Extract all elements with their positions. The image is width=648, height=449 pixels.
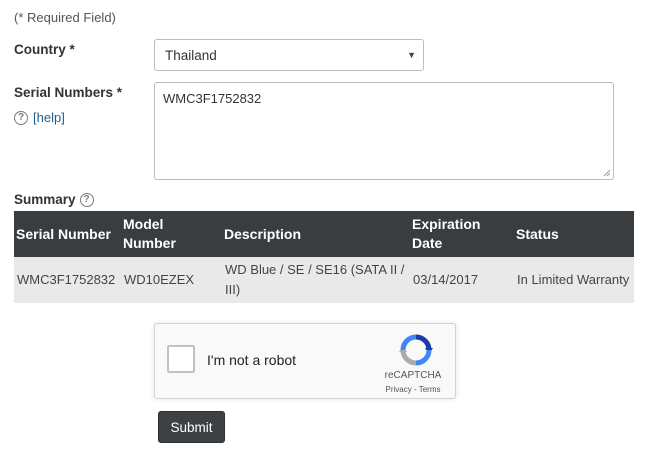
required-field-note: (* Required Field) [14, 10, 116, 25]
recaptcha-privacy-terms-links[interactable]: Privacy - Terms [383, 385, 443, 394]
country-label: Country * [14, 42, 75, 57]
question-circle-icon[interactable]: ? [79, 192, 94, 207]
resize-grip-icon[interactable] [603, 169, 611, 177]
summary-heading: Summary ? [14, 192, 94, 207]
recaptcha-widget: I'm not a robot reCAPTCHA Privacy - Term… [154, 323, 456, 399]
country-select[interactable]: Thailand ▼ [154, 39, 424, 71]
summary-title: Summary [14, 192, 76, 207]
column-header-expiration-date: Expiration Date [410, 211, 514, 257]
help-link[interactable]: [help] [33, 110, 65, 125]
recaptcha-label: I'm not a robot [207, 352, 297, 368]
cell-description: WD Blue / SE / SE16 (SATA II / III) [222, 257, 410, 303]
serial-numbers-label: Serial Numbers * [14, 85, 123, 100]
cell-serial-number: WMC3F1752832 [14, 257, 121, 303]
cell-status: In Limited Warranty [514, 257, 634, 303]
column-header-serial-number: Serial Number [14, 211, 121, 257]
serial-numbers-value: WMC3F1752832 [163, 91, 262, 106]
select-caret-icon: ▼ [407, 50, 416, 60]
cell-expiration-date: 03/14/2017 [410, 257, 514, 303]
cell-model-number: WD10EZEX [121, 257, 222, 303]
summary-table: Serial Number Model Number Description E… [14, 211, 634, 303]
serial-numbers-textarea[interactable]: WMC3F1752832 [154, 82, 614, 180]
recaptcha-checkbox[interactable] [167, 345, 195, 373]
column-header-description: Description [222, 211, 410, 257]
recaptcha-brand: reCAPTCHA [384, 370, 442, 381]
question-circle-icon[interactable]: ? [14, 110, 28, 125]
table-row: WMC3F1752832 WD10EZEX WD Blue / SE / SE1… [14, 257, 634, 303]
submit-button[interactable]: Submit [158, 411, 225, 443]
country-select-value: Thailand [165, 47, 217, 63]
column-header-status: Status [514, 211, 634, 257]
table-header-row: Serial Number Model Number Description E… [14, 211, 634, 257]
column-header-model-number: Model Number [121, 211, 222, 257]
help-row: ? [help] [14, 110, 65, 125]
recaptcha-logo-icon [399, 334, 433, 366]
